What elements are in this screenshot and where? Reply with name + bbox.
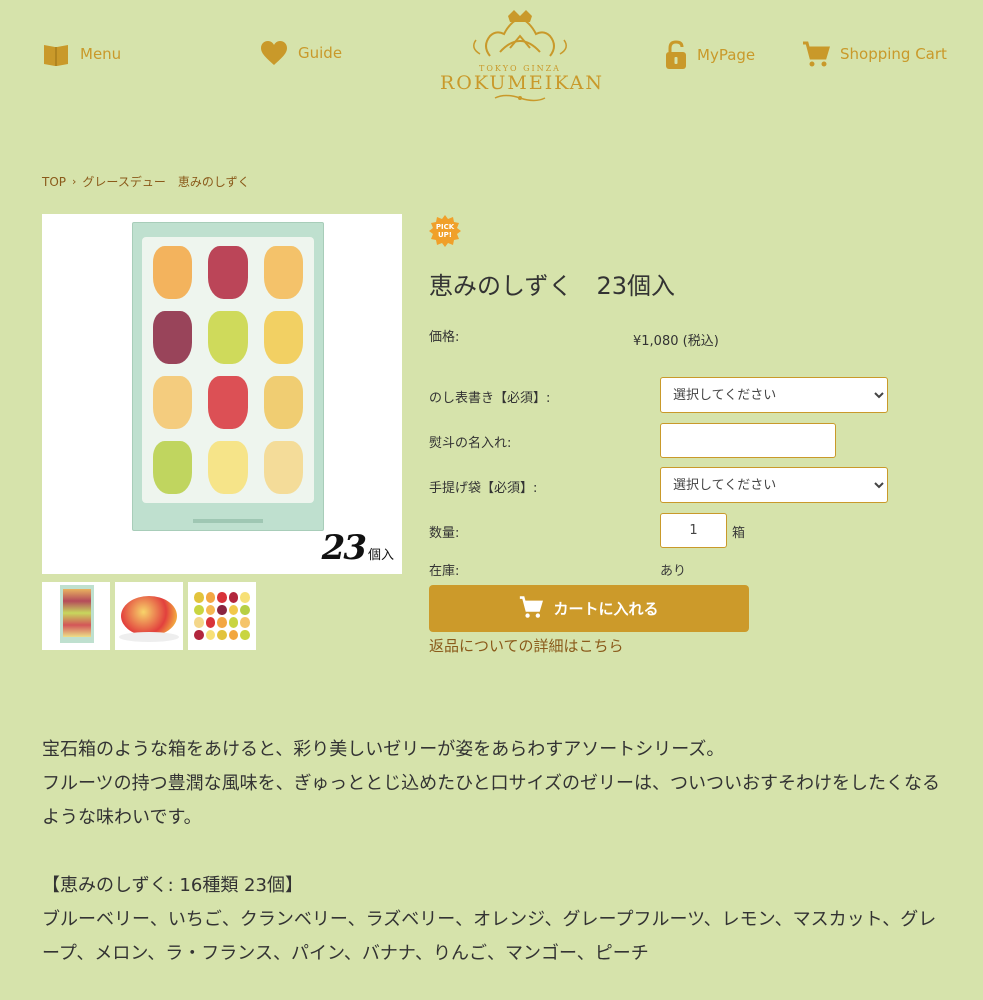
- cart-icon: [519, 595, 544, 623]
- jelly: [263, 376, 303, 429]
- count-number: 23: [321, 528, 367, 568]
- add-to-cart-label: カートに入れる: [553, 600, 659, 618]
- dot: [240, 592, 250, 603]
- product-description: 宝石箱のような箱をあけると、彩り美しいゼリーが姿をあらわすアソートシリーズ。 フ…: [42, 733, 947, 971]
- cart-label: Shopping Cart: [840, 45, 947, 63]
- mypage-label: MyPage: [697, 46, 756, 64]
- price-value: ¥1,080 (税込): [633, 334, 719, 349]
- thumbnail-2[interactable]: [115, 582, 183, 650]
- jelly: [153, 311, 193, 364]
- jelly: [153, 441, 193, 494]
- add-to-cart-button[interactable]: カートに入れる: [429, 585, 749, 632]
- thumb-box: [60, 585, 94, 643]
- dot: [194, 629, 204, 640]
- quantity-input[interactable]: [660, 513, 727, 548]
- header-guide[interactable]: Guide: [260, 40, 342, 66]
- name-input[interactable]: [660, 423, 836, 458]
- dot: [205, 617, 216, 628]
- header-menu[interactable]: Menu: [42, 40, 121, 68]
- thumb-jellies: [63, 589, 91, 637]
- dot: [205, 592, 216, 603]
- stock-value: あり: [660, 564, 687, 579]
- jelly: [153, 376, 193, 429]
- thumbnail-list: [42, 582, 256, 650]
- crown-crest-icon: [473, 10, 567, 57]
- chevron-right-icon: ›: [72, 175, 77, 188]
- cart-icon: [802, 40, 830, 68]
- dot: [194, 604, 204, 615]
- price-label: 価格:: [429, 330, 460, 345]
- heart-icon: [260, 40, 288, 66]
- dot: [228, 629, 239, 640]
- jelly: [208, 441, 248, 494]
- bag-label: 手提げ袋【必須】:: [429, 481, 538, 496]
- menu-label: Menu: [80, 45, 122, 63]
- header-mypage[interactable]: MyPage: [665, 40, 755, 70]
- breadcrumb: TOP › グレースデュー 恵みのしずく: [42, 173, 250, 190]
- guide-label: Guide: [298, 44, 343, 62]
- breadcrumb-top[interactable]: TOP: [42, 175, 66, 189]
- jelly: [208, 376, 248, 429]
- jelly: [153, 246, 193, 299]
- jelly: [263, 311, 303, 364]
- dot: [205, 604, 216, 615]
- dot: [240, 617, 250, 628]
- jelly: [208, 311, 248, 364]
- thumbnail-1[interactable]: [42, 582, 110, 650]
- dot: [240, 629, 250, 640]
- dot: [228, 617, 239, 628]
- description-line-2: フルーツの持つ豊潤な風味を、ぎゅっととじ込めたひと口サイズのゼリーは、ついついお…: [42, 773, 941, 828]
- dot: [240, 604, 250, 615]
- name-label: 熨斗の名入れ:: [429, 436, 512, 451]
- jelly: [208, 246, 248, 299]
- thumb-plate: [119, 632, 179, 642]
- description-line-1: 宝石箱のような箱をあけると、彩り美しいゼリーが姿をあらわすアソートシリーズ。: [42, 739, 725, 760]
- book-icon: [42, 40, 70, 68]
- jelly-grid: [142, 237, 314, 503]
- jelly-box: [132, 222, 324, 531]
- stock-label: 在庫:: [429, 564, 460, 579]
- description-heading: 【恵みのしずく: 16種類 23個】: [42, 875, 303, 896]
- flourish-icon: [494, 94, 546, 102]
- noshi-label: のし表書き【必須】:: [429, 391, 551, 406]
- description-flavors: ブルーベリー、いちご、クランベリー、ラズベリー、オレンジ、グレープフルーツ、レモ…: [42, 909, 937, 964]
- count-unit: 個入: [367, 548, 394, 563]
- pickup-badge-icon: PICK UP!: [429, 215, 461, 247]
- svg-text:UP!: UP!: [438, 231, 452, 239]
- dot: [217, 604, 227, 615]
- noshi-select[interactable]: 選択してください: [660, 377, 888, 413]
- site-logo[interactable]: TOKYO GINZA ROKUMEIKAN: [440, 8, 605, 104]
- breadcrumb-current: グレースデュー 恵みのしずく: [82, 175, 250, 189]
- dot: [217, 629, 227, 640]
- thumb-jelly-plate: [121, 596, 177, 636]
- jelly: [263, 441, 303, 494]
- thumbnail-3[interactable]: [188, 582, 256, 650]
- dot: [228, 604, 239, 615]
- thumb-flavor-grid: [194, 592, 250, 640]
- qty-unit: 箱: [732, 526, 746, 541]
- dot: [217, 592, 227, 603]
- svg-text:PICK: PICK: [436, 223, 455, 231]
- dot: [217, 617, 227, 628]
- dot: [194, 617, 204, 628]
- header-cart[interactable]: Shopping Cart: [802, 40, 947, 68]
- box-label-strip: [193, 519, 263, 523]
- lock-icon: [665, 40, 687, 70]
- count-badge: 23 個入: [322, 528, 394, 568]
- dot: [205, 629, 216, 640]
- return-policy-link[interactable]: 返品についての詳細はこちら: [429, 635, 624, 656]
- bag-select[interactable]: 選択してください: [660, 467, 888, 503]
- qty-label: 数量:: [429, 526, 460, 541]
- dot: [194, 592, 204, 603]
- product-main-image[interactable]: 23 個入: [42, 214, 402, 574]
- jelly: [263, 246, 303, 299]
- dot: [228, 592, 239, 603]
- product-title: 恵みのしずく 23個入: [429, 272, 676, 300]
- logo-big-text: ROKUMEIKAN: [440, 72, 605, 94]
